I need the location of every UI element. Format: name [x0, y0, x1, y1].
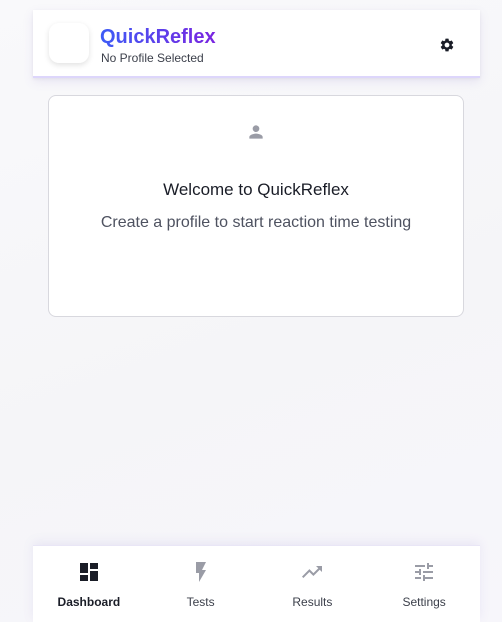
- tune-icon: [415, 563, 434, 581]
- nav-label-tests: Tests: [186, 595, 215, 609]
- app-logo: [49, 23, 89, 63]
- gear-icon: [440, 38, 454, 52]
- bolt-icon: [195, 562, 206, 582]
- person-icon: [249, 125, 263, 139]
- nav-label-settings: Settings: [402, 595, 446, 609]
- app-title: QuickReflex: [100, 26, 216, 48]
- nav-label-dashboard: Dashboard: [57, 595, 121, 609]
- welcome-subtitle: Create a profile to start reaction time …: [100, 214, 412, 231]
- nav-item-results[interactable]: Results: [257, 546, 369, 622]
- welcome-card: Welcome to QuickReflex Create a profile …: [48, 95, 464, 317]
- bottom-navigation: Dashboard Tests Results Settings: [33, 545, 480, 622]
- nav-item-tests[interactable]: Tests: [145, 546, 257, 622]
- nav-item-settings[interactable]: Settings: [368, 546, 480, 622]
- dashboard-icon: [79, 563, 98, 581]
- nav-item-dashboard[interactable]: Dashboard: [33, 546, 145, 622]
- settings-button[interactable]: [436, 34, 458, 56]
- welcome-title: Welcome to QuickReflex: [163, 180, 349, 199]
- profile-status: No Profile Selected: [101, 51, 204, 65]
- nav-label-results: Results: [292, 595, 333, 609]
- app-header: QuickReflex No Profile Selected: [33, 10, 480, 78]
- trending-up-icon: [302, 566, 323, 578]
